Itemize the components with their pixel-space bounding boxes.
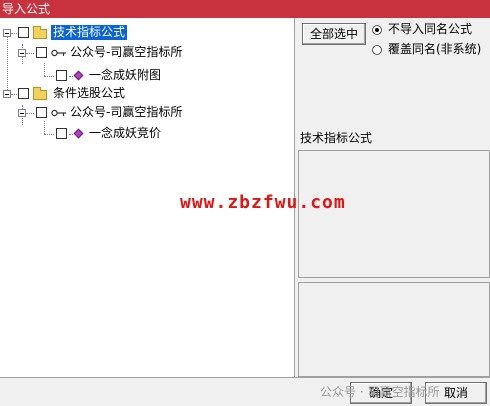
- tree-node-screening[interactable]: 条件选股公式: [0, 85, 200, 103]
- tree-connector: [26, 53, 34, 54]
- key-icon: [51, 49, 66, 57]
- tree-node-formula[interactable]: 一念成妖附图: [0, 64, 220, 82]
- tree-node-label: 一念成妖竞价: [89, 126, 162, 140]
- tree-checkbox[interactable]: [36, 47, 47, 58]
- radio-label: 覆盖同名(非系统): [388, 42, 482, 56]
- tree-connector: [69, 76, 73, 77]
- tree-node-label: 公众号-司赢空指标所: [70, 45, 183, 59]
- window-title: 导入公式: [2, 2, 51, 16]
- tree-connector: [26, 113, 34, 114]
- tree-checkbox[interactable]: [18, 27, 29, 38]
- tree-connector: [44, 134, 54, 135]
- tree-checkbox[interactable]: [56, 70, 67, 81]
- radio-overwrite-duplicates[interactable]: [372, 45, 382, 55]
- formula-icon: [73, 70, 84, 81]
- tree-node-label: 公众号-司赢空指标所: [70, 105, 183, 119]
- tree-connector: [44, 76, 54, 77]
- key-icon: [51, 109, 66, 117]
- tree-node-account[interactable]: 公众号-司赢空指标所: [0, 44, 220, 62]
- tree-node-label: 条件选股公式: [53, 86, 126, 100]
- collapse-icon[interactable]: [3, 29, 11, 37]
- radio-skip-duplicates[interactable]: [372, 25, 382, 35]
- tree-node-technical[interactable]: 技术指标公式: [0, 24, 200, 42]
- folder-icon: [33, 26, 47, 39]
- info-title: 技术指标公式: [300, 131, 373, 145]
- select-all-label: 全部选中: [309, 27, 358, 41]
- cancel-label: 取消: [443, 386, 468, 400]
- tree-checkbox[interactable]: [56, 128, 67, 139]
- collapse-icon[interactable]: [18, 49, 26, 57]
- info-box-top: [298, 150, 490, 278]
- tree-connector: [11, 33, 17, 34]
- watermark-url: www.zbzfwu.com: [180, 192, 346, 213]
- tree-checkbox[interactable]: [18, 88, 29, 99]
- collapse-icon[interactable]: [18, 109, 26, 117]
- collapse-icon[interactable]: [3, 90, 11, 98]
- folder-icon: [33, 87, 47, 100]
- tree-node-label: 技术指标公式: [49, 24, 129, 41]
- tree-node-account[interactable]: 公众号-司赢空指标所: [0, 104, 220, 122]
- watermark-account: 公众号 · 司赢空指标所: [320, 385, 440, 399]
- select-all-button[interactable]: 全部选中: [302, 23, 366, 45]
- tree-checkbox[interactable]: [36, 107, 47, 118]
- tree-node-label: 一念成妖附图: [89, 68, 162, 82]
- info-box-bottom: [298, 282, 490, 377]
- tree-node-formula[interactable]: 一念成妖竞价: [0, 122, 220, 140]
- window-titlebar: 导入公式: [0, 0, 490, 18]
- radio-label: 不导入同名公式: [388, 22, 473, 36]
- formula-icon: [73, 128, 84, 139]
- tree-connector: [69, 134, 73, 135]
- tree-connector: [11, 94, 17, 95]
